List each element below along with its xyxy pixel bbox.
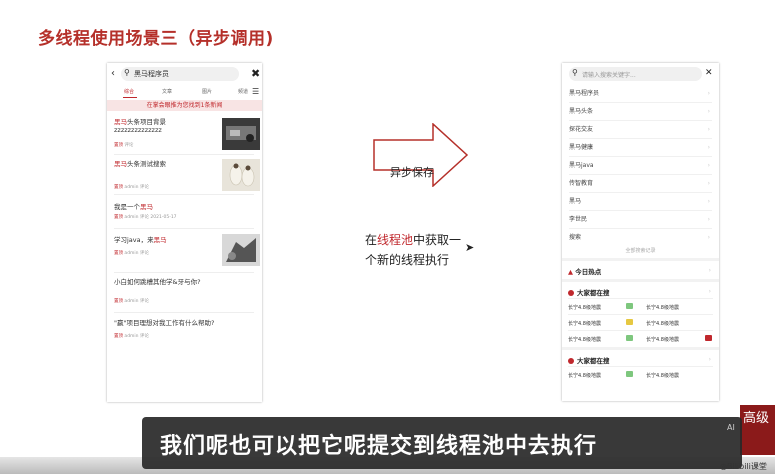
badge-icon [626,319,633,325]
news-meta: admin 评论 [123,185,149,190]
flame-icon: ▲ [568,268,573,276]
chevron-right-icon: › [708,288,711,295]
history-item[interactable]: 传智教育 › [569,175,712,193]
search-icon: ⚲ [572,68,578,77]
hot-search-item[interactable]: 长宁4.8级地震 [568,304,601,311]
news-title-highlight: 黑马 [114,118,127,126]
divider [562,258,719,261]
news-meta: admin 评论 [123,251,149,256]
hot-search-item[interactable]: 长宁4.8级地震 [646,336,679,343]
badge-icon [705,335,712,341]
watermark: ◎Bilibili课堂 [720,462,767,471]
chevron-right-icon: › [708,267,711,274]
news-thumbnail [222,118,260,150]
hot-search-heading: 大家都在搜 [568,355,610,365]
tab-all[interactable]: 综合 [124,88,134,95]
search-bar: ‹ ⚲ 黑马程序员 ✖ [107,63,262,85]
news-meta: admin 评论 [123,299,149,304]
chevron-right-icon: › [707,216,710,223]
hot-search-item[interactable]: 长宁4.8级地震 [568,320,601,327]
hot-search-item[interactable]: 长宁4.8级地震 [646,304,679,311]
clear-history-button[interactable]: 全部搜索记录 [562,247,719,254]
subtitle-text: 我们呢也可以把它呢提交到线程池中去执行 [160,434,598,459]
news-item[interactable]: 小白如何跳槽其他学&牙与你? 置顶 admin 评论 [114,278,254,313]
chevron-right-icon: › [708,356,711,363]
badge-icon [626,303,633,309]
history-item[interactable]: 探花交友 › [569,121,712,139]
history-item[interactable]: 搜索 › [569,229,712,246]
divider [562,279,719,282]
menu-icon[interactable]: ☰ [252,87,259,96]
chevron-right-icon: › [707,180,710,187]
corner-tag: 高级 [740,405,775,455]
hot-search-item[interactable]: 长宁4.8级地震 [568,372,601,379]
search-placeholder[interactable]: 请输入搜索关键字... [582,70,636,79]
hot-search-heading: 大家都在搜 [568,287,610,297]
today-hot-heading: ▲ 今日热点 [568,268,602,276]
hot-icon [568,358,574,364]
news-title: 小白如何跳槽其他学&牙与你? [114,278,201,286]
tab-images[interactable]: 图片 [202,88,212,95]
history-item[interactable]: 黑马java › [569,157,712,175]
news-source: 置顶 [114,299,123,304]
result-banner: 在掌会眼推为您找到1条新闻 [107,100,262,111]
chevron-right-icon: › [707,126,710,133]
tab-bar: 综合 文章 图片 频道 [107,85,262,99]
news-title-highlight: 黑马 [114,160,127,168]
phone-search-page: ⚲ 请输入搜索关键字... ✕ 黑马程序员 › 黑马头条 › 探花交友 › 黑马健康 ›… [562,63,719,401]
chevron-right-icon: › [707,162,710,169]
news-source: 置顶 [114,215,123,220]
description-text: 在线程池中获取一 个新的线程执行 [365,233,462,267]
news-source: 置顶 [114,143,123,148]
close-icon[interactable]: ✖ [251,67,260,80]
history-item[interactable]: 李世民 › [569,211,712,229]
news-meta: 评论 [123,143,134,148]
news-source: 置顶 [114,185,123,190]
mouse-cursor-icon: ➤ [465,241,475,254]
news-meta: admin 评论 [123,334,149,339]
badge-icon [626,371,633,377]
close-icon[interactable]: ✕ [705,68,713,78]
news-item[interactable]: 我是一个黑马 置顶 admin 评论 2021-05-17 [114,203,254,229]
chevron-right-icon: › [707,108,710,115]
badge-icon [626,335,633,341]
history-item[interactable]: 黑马 › [569,193,712,211]
chevron-right-icon: › [707,144,710,151]
chevron-right-icon: › [707,198,710,205]
history-item[interactable]: 黑马头条 › [569,103,712,121]
history-item[interactable]: 黑马健康 › [569,139,712,157]
news-thumbnail [222,234,260,266]
news-title-highlight: 黑马 [140,203,153,211]
arrow-left-icon[interactable]: ‹ [111,68,115,79]
news-title: 我是一个 [114,203,140,211]
chevron-right-icon: › [707,234,710,241]
search-icon: ⚲ [124,68,130,77]
slide-title: 多线程使用场景三（异步调用) [38,29,274,49]
thread-pool-highlight: 线程池 [377,233,414,247]
divider [562,347,719,350]
news-title: 头条测试搜索 [127,160,166,168]
active-tab-indicator [123,97,137,98]
news-title-highlight: 黑马 [153,236,167,244]
arrow-label: 异步保存 [390,166,434,179]
tab-articles[interactable]: 文章 [162,88,172,95]
chevron-right-icon: › [707,90,710,97]
news-thumbnail [222,159,260,191]
hot-icon [568,290,574,296]
news-source: 置顶 [114,251,123,256]
search-query[interactable]: 黑马程序员 [134,69,169,79]
hot-search-item[interactable]: 长宁4.8级地震 [568,336,601,343]
news-title: 学习java，来 [114,236,154,244]
news-source: 置顶 [114,334,123,339]
hot-search-item[interactable]: 长宁4.8级地震 [646,372,679,379]
phone-search-results: ‹ ⚲ 黑马程序员 ✖ 综合 文章 图片 频道 ☰ 在掌会眼推为您找到1条新闻 … [107,63,262,402]
hot-search-item[interactable]: 长宁4.8级地震 [646,320,679,327]
news-meta: admin 评论 2021-05-17 [123,215,177,220]
news-title: "赢"项目理想对我工作有什么帮助? [114,319,215,327]
tab-channels[interactable]: 频道 [238,88,248,95]
history-item[interactable]: 黑马程序员 › [569,85,712,103]
news-item[interactable]: "赢"项目理想对我工作有什么帮助? 置顶 admin 评论 [114,319,254,353]
ai-label: AI [727,423,735,432]
